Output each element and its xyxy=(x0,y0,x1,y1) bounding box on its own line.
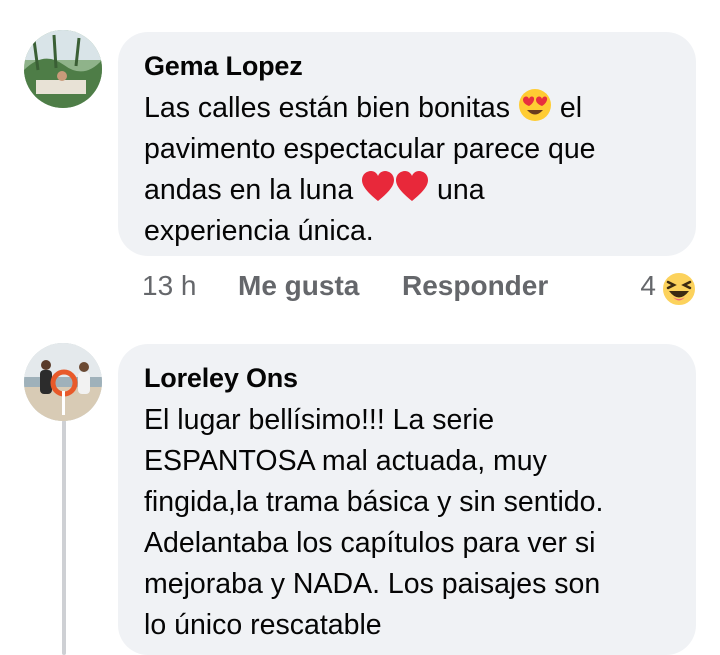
comment-author[interactable]: Loreley Ons xyxy=(144,362,670,394)
comment-timestamp[interactable]: 13 h xyxy=(142,270,197,302)
comment-text: El lugar bellísimo!!! La serie ESPANTOSA… xyxy=(144,400,670,646)
comment-text: Las calles están bien bonitas el pavimen… xyxy=(144,88,670,252)
comment-line: lo único rescatable xyxy=(144,609,382,641)
comment-bubble: Gema Lopez Las calles están bien bonitas… xyxy=(118,32,696,256)
avatar-loreley-ons[interactable] xyxy=(24,343,102,421)
like-button[interactable]: Me gusta xyxy=(238,270,359,302)
comment-line: Adelantaba los capítulos para ver si xyxy=(144,527,596,559)
comment-line: mejoraba y NADA. Los paisajes son xyxy=(144,568,601,600)
red-heart-emoji xyxy=(395,170,429,204)
comment-line: ESPANTOSA mal actuada, muy xyxy=(144,445,547,477)
comment-bubble: Loreley Ons El lugar bellísimo!!! La ser… xyxy=(118,344,696,655)
heart-eyes-emoji xyxy=(518,88,552,122)
comment-line: fingida,la trama básica y sin sentido. xyxy=(144,486,604,518)
reaction-count[interactable]: 4 xyxy=(640,270,656,302)
comment-line: El lugar bellísimo!!! La serie xyxy=(144,404,495,436)
comment-line: andas en la luna una xyxy=(144,170,670,211)
comment-line: pavimento espectacular parece que xyxy=(144,133,596,165)
avatar-gema-lopez[interactable] xyxy=(24,30,102,108)
comment-author[interactable]: Gema Lopez xyxy=(144,50,670,82)
red-heart-emoji xyxy=(361,170,395,204)
haha-reaction-icon[interactable] xyxy=(660,270,698,308)
avatar-image xyxy=(24,30,102,108)
reply-thread-line xyxy=(62,420,66,655)
comment-line: Las calles están bien bonitas el xyxy=(144,88,670,129)
comment-line: experiencia única. xyxy=(144,215,374,247)
avatar-image xyxy=(24,343,102,421)
comment-actions: 13 h Me gusta Responder 4 xyxy=(142,266,702,308)
reply-button[interactable]: Responder xyxy=(402,270,548,302)
